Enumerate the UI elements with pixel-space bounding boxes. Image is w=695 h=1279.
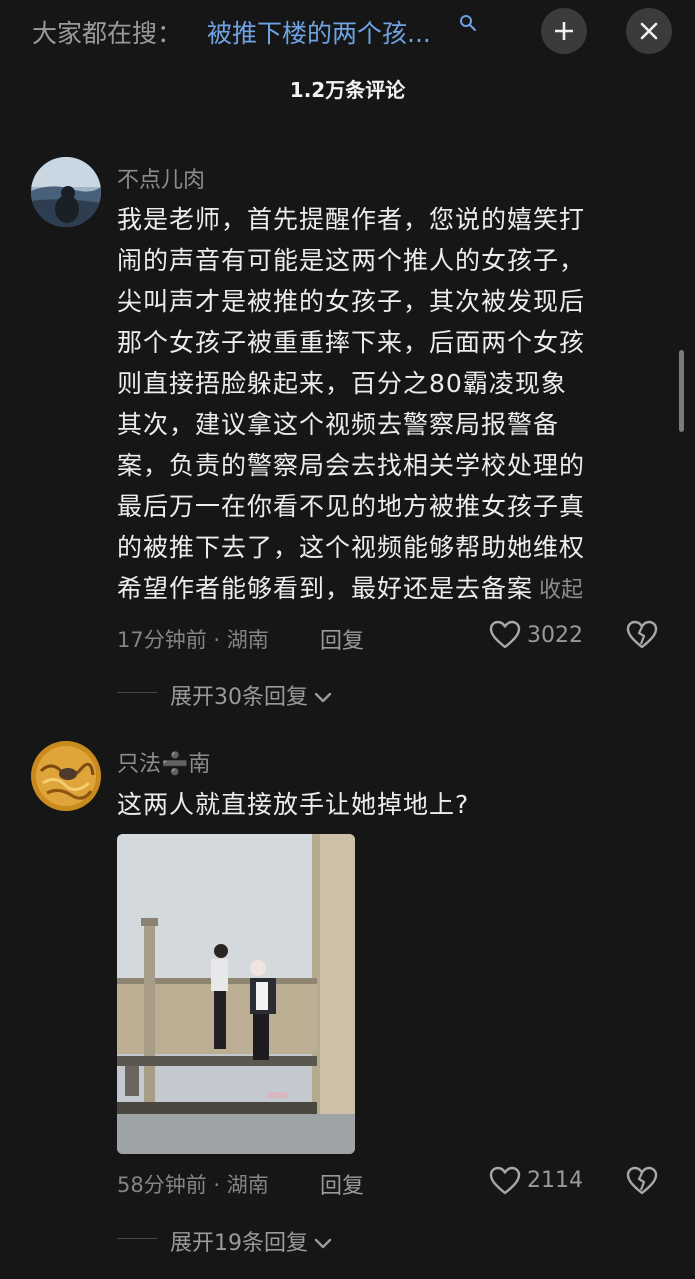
like-count: 2114: [527, 1168, 583, 1193]
plus-icon: [555, 22, 573, 40]
divider: [117, 1238, 157, 1239]
divider: [117, 692, 157, 693]
avatar[interactable]: [31, 157, 101, 227]
comment-line: 的被推下去了，这个视频能够帮助她维权: [117, 533, 586, 562]
close-icon: [640, 22, 658, 40]
username[interactable]: 只法➗南: [117, 746, 210, 778]
comment-line: 这两人就直接放手让她掉地上?: [117, 790, 470, 819]
comment-meta: 58分钟前 · 湖南: [117, 1173, 269, 1197]
comment-line: 则直接捂脸躲起来，百分之80霸凌现象: [117, 369, 567, 398]
comment-text: 我是老师，首先提醒作者，您说的嬉笑打 闹的声音有可能是这两个推人的女孩子， 尖叫…: [117, 199, 647, 611]
comment-line: 我是老师，首先提醒作者，您说的嬉笑打: [117, 205, 586, 234]
search-icon[interactable]: [459, 14, 477, 32]
close-button[interactable]: [626, 8, 672, 54]
search-suggestion-link[interactable]: 被推下楼的两个孩...: [207, 14, 431, 50]
collapse-link[interactable]: 收起: [539, 578, 583, 603]
reply-button[interactable]: 回复: [320, 1168, 364, 1200]
expand-replies-label: 展开30条回复: [170, 685, 308, 710]
comment-photo[interactable]: [117, 834, 355, 1154]
comment-count-title: 1.2万条评论: [289, 78, 406, 102]
broken-heart-icon[interactable]: [626, 620, 658, 650]
comment-line: 闹的声音有可能是这两个推人的女孩子，: [117, 246, 586, 275]
comment-text: 这两人就直接放手让她掉地上?: [117, 784, 647, 825]
heart-icon[interactable]: [489, 620, 521, 650]
comment-meta: 17分钟前 · 湖南: [117, 628, 269, 652]
comment-line: 尖叫声才是被推的女孩子，其次被发现后: [117, 287, 586, 316]
rooftop-photo: [117, 834, 355, 1154]
avatar[interactable]: [31, 741, 101, 811]
chevron-down-icon: [314, 1238, 332, 1249]
top-bar: 大家都在搜： 被推下楼的两个孩...: [0, 0, 695, 64]
username[interactable]: 不点儿肉: [117, 162, 205, 194]
comment-line: 其次，建议拿这个视频去警察局报警备: [117, 410, 560, 439]
broken-heart-icon[interactable]: [626, 1166, 658, 1196]
expand-replies-button[interactable]: 展开30条回复: [170, 679, 332, 711]
comment-line: 案，负责的警察局会去找相关学校处理的: [117, 451, 586, 480]
chevron-down-icon: [314, 692, 332, 703]
avatar-image: [31, 741, 101, 811]
add-button[interactable]: [541, 8, 587, 54]
expand-replies-label: 展开19条回复: [170, 1231, 308, 1256]
expand-replies-button[interactable]: 展开19条回复: [170, 1225, 332, 1257]
scrollbar[interactable]: [679, 350, 684, 432]
comment-line-last: 希望作者能够看到，最好还是去备案 收起: [117, 568, 647, 611]
heart-icon[interactable]: [489, 1166, 521, 1196]
search-suggestion-prefix: 大家都在搜：: [32, 19, 183, 48]
comment-line: 那个女孩子被重重摔下来，后面两个女孩: [117, 328, 586, 357]
comment-line-text: 希望作者能够看到，最好还是去备案: [117, 574, 534, 603]
comment-line: 最后万一在你看不见的地方被推女孩子真: [117, 492, 586, 521]
avatar-image: [31, 157, 101, 227]
reply-button[interactable]: 回复: [320, 623, 364, 655]
like-count: 3022: [527, 623, 583, 648]
